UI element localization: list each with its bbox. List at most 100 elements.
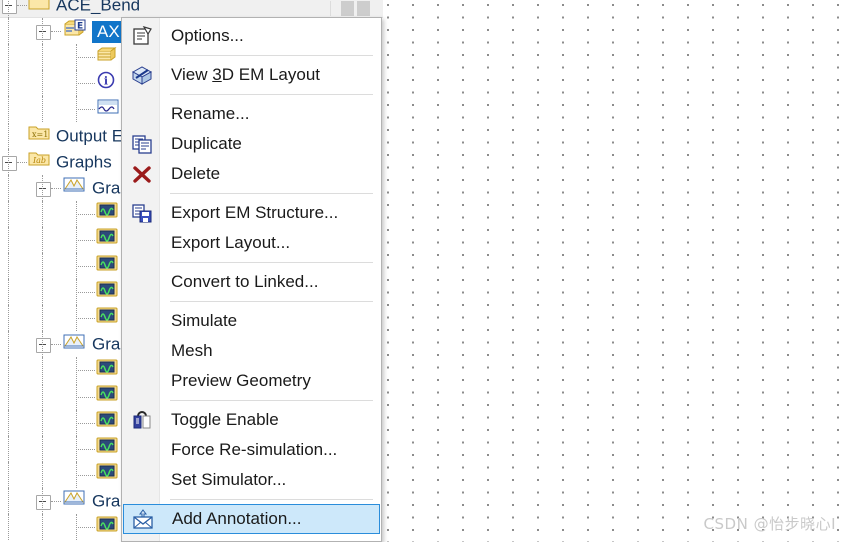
tree-item-grap[interactable]: Grap — [62, 175, 130, 201]
menu-item-label: Export EM Structure... — [171, 203, 339, 222]
no-icon — [123, 465, 160, 495]
tree-guide — [76, 57, 95, 59]
tree-guide — [76, 239, 95, 241]
tree-scrollbar-track[interactable] — [330, 1, 341, 16]
export-icon — [123, 198, 160, 228]
graph-icon — [62, 488, 86, 514]
tree-item-ace-bend[interactable]: ACE_Bend — [28, 0, 140, 18]
svg-text:Iab: Iab — [32, 156, 46, 165]
menu-item-label: Preview Geometry — [171, 371, 311, 390]
tree-guide — [76, 435, 77, 462]
no-icon — [123, 534, 160, 541]
no-icon — [123, 306, 160, 336]
tree-item-output-e[interactable]: x=1 Output E — [28, 123, 123, 149]
menu-item-label: Convert to Linked... — [171, 272, 319, 291]
tree-item-grap[interactable]: Grap — [62, 331, 130, 357]
menu-item-toggle-enable[interactable]: Toggle Enable — [123, 405, 380, 435]
graph-icon — [62, 332, 86, 358]
context-menu-item-list: Options... View 3D EM Layout Rename... Dupl… — [122, 18, 381, 541]
measurement-icon — [96, 227, 118, 253]
layout-grid-canvas[interactable]: CSDN @怡步晓心I — [383, 0, 842, 542]
tree-guide — [42, 357, 43, 384]
axiem-context-menu[interactable]: Options... View 3D EM Layout Rename... Dupl… — [121, 17, 382, 542]
no-icon — [123, 228, 160, 258]
tree-guide — [42, 174, 43, 201]
tree-guide — [8, 253, 9, 280]
menu-item-label: Toggle Enable — [171, 410, 279, 429]
tree-guide — [76, 305, 77, 332]
tree-guide — [8, 226, 9, 253]
menu-item-add-switch-view[interactable]: Add Switch View... — [123, 534, 380, 541]
menu-separator — [170, 499, 373, 500]
menu-item-rename[interactable]: Rename... — [123, 99, 380, 129]
tree-guide — [42, 279, 43, 306]
tree-guide — [76, 383, 77, 410]
menu-item-label: Duplicate — [171, 134, 242, 153]
tree-guide — [51, 500, 61, 502]
menu-item-mesh[interactable]: Mesh — [123, 336, 380, 366]
menu-item-set-simulator[interactable]: Set Simulator... — [123, 465, 380, 495]
menu-item-label: Delete — [171, 164, 221, 183]
menu-item-add-annotation[interactable]: Add Annotation... — [123, 504, 380, 534]
tree-guide — [76, 109, 95, 111]
options-icon — [123, 21, 160, 51]
tree-guide — [76, 514, 77, 541]
menu-item-delete[interactable]: Delete — [123, 159, 380, 189]
tree-guide — [8, 200, 9, 227]
menu-item-view-3d-em-layout[interactable]: View 3D EM Layout — [123, 60, 380, 90]
tree-scrollbar-thumb[interactable] — [341, 1, 354, 16]
tree-guide — [76, 266, 95, 267]
menu-separator — [170, 55, 373, 56]
tree-guide — [8, 383, 9, 410]
tree-guide — [8, 487, 9, 514]
tree-item-grap[interactable]: Grap — [62, 488, 130, 514]
tree-guide — [42, 331, 43, 358]
menu-item-duplicate[interactable]: Duplicate — [123, 129, 380, 159]
tree-guide — [8, 44, 9, 71]
measurement-icon — [96, 384, 118, 410]
menu-item-label: View 3D EM Layout — [171, 65, 320, 84]
tree-guide — [76, 370, 95, 372]
tree-expander[interactable] — [36, 181, 51, 197]
tree-item-graphs[interactable]: Iab Graphs — [28, 149, 112, 175]
tree-item-label: Output E — [56, 126, 124, 146]
tree-expander[interactable] — [36, 338, 51, 354]
menu-item-label: Options... — [171, 26, 244, 45]
menu-separator — [170, 301, 373, 302]
tree-expander[interactable] — [36, 494, 51, 510]
tree-guide — [76, 213, 95, 215]
tree-guide — [8, 18, 9, 45]
measurement-icon — [96, 410, 118, 436]
tree-guide — [51, 187, 61, 189]
tree-item-label: Graphs — [56, 152, 112, 172]
tree-guide — [42, 44, 43, 71]
tree-guide — [42, 514, 43, 541]
tree-guide — [42, 305, 43, 332]
stack-icon — [96, 45, 118, 71]
menu-item-force-re-simulation[interactable]: Force Re-simulation... — [123, 435, 380, 465]
menu-item-export-layout[interactable]: Export Layout... — [123, 228, 380, 258]
menu-item-options[interactable]: Options... — [123, 21, 380, 51]
tree-guide — [42, 18, 43, 45]
tree-scrollbar-thumb-secondary[interactable] — [357, 1, 370, 16]
tree-guide — [8, 305, 9, 332]
delete-icon — [123, 159, 160, 189]
measurement-icon — [96, 462, 118, 488]
tree-guide — [76, 318, 95, 320]
tree-guide — [8, 357, 9, 384]
menu-item-convert-to-linked[interactable]: Convert to Linked... — [123, 267, 380, 297]
canvas-left-edge — [383, 0, 386, 542]
tree-expander[interactable] — [36, 25, 51, 41]
tree-expander[interactable] — [2, 155, 17, 171]
no-icon — [123, 267, 160, 297]
menu-item-label: Force Re-simulation... — [171, 440, 338, 459]
tree-guide — [42, 461, 43, 488]
no-icon — [123, 99, 160, 129]
menu-item-export-em-structure[interactable]: Export EM Structure... — [123, 198, 380, 228]
menu-item-preview-geometry[interactable]: Preview Geometry — [123, 366, 380, 396]
tree-guide — [8, 435, 9, 462]
menu-item-simulate[interactable]: Simulate — [123, 306, 380, 336]
tree-expander[interactable] — [2, 0, 17, 14]
tree-guide — [42, 226, 43, 253]
annotation-icon — [96, 97, 120, 123]
